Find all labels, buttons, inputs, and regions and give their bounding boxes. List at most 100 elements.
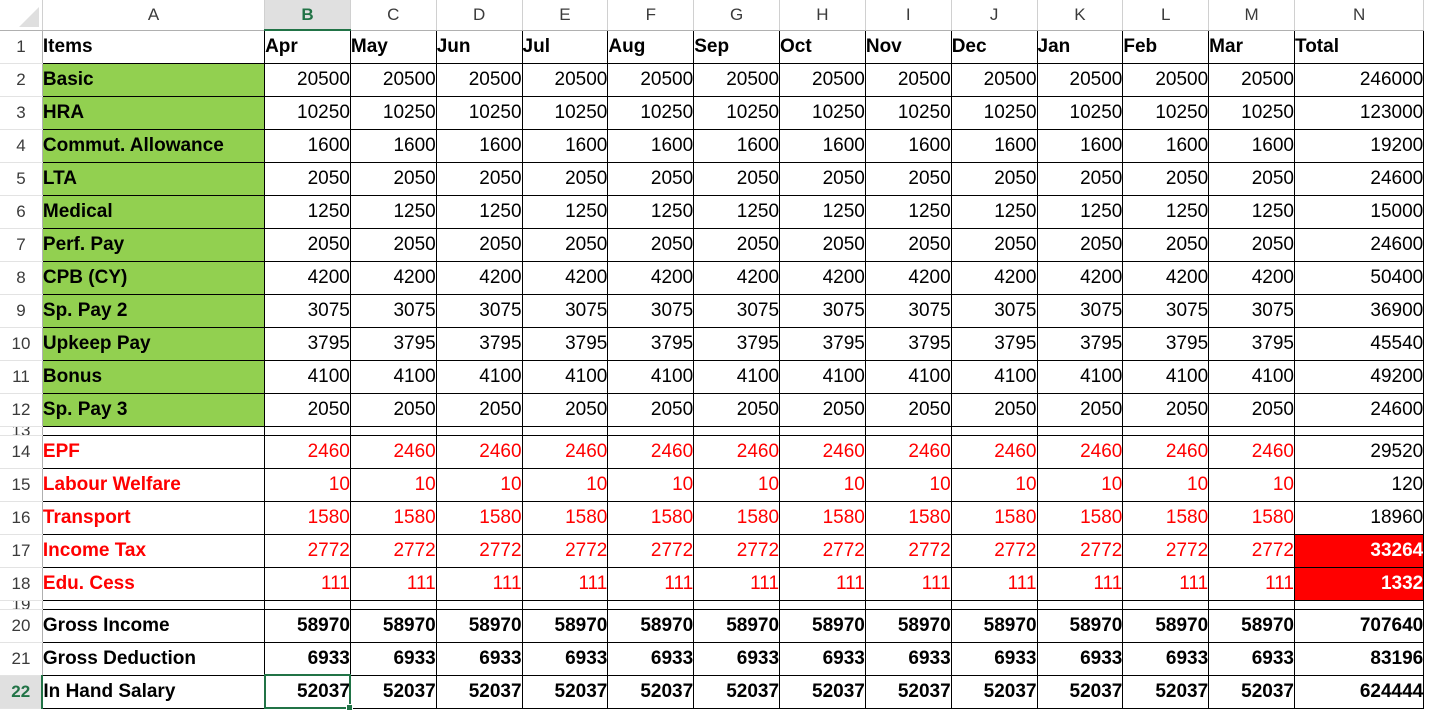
row-header-21[interactable]: 21 <box>0 642 43 676</box>
data-cell[interactable]: 1580 <box>779 500 866 535</box>
data-cell[interactable]: 58970 <box>349 608 437 643</box>
data-cell[interactable]: 10 <box>349 467 437 502</box>
row-label-cell[interactable] <box>41 600 266 610</box>
data-cell[interactable]: 10 <box>607 467 695 502</box>
data-cell[interactable]: 2460 <box>950 434 1038 469</box>
data-cell[interactable]: 10 <box>1122 467 1210 502</box>
data-cell[interactable]: 3795 <box>435 326 523 361</box>
data-cell[interactable]: 6933 <box>950 641 1038 676</box>
data-cell[interactable]: 1250 <box>435 194 523 229</box>
row-label-cell[interactable]: Basic <box>41 62 266 97</box>
data-cell[interactable]: 6933 <box>779 641 866 676</box>
column-header-e[interactable]: E <box>522 0 609 31</box>
data-cell[interactable]: 58970 <box>779 608 866 643</box>
data-cell[interactable]: 111 <box>693 566 781 601</box>
total-cell[interactable]: 15000 <box>1293 194 1425 229</box>
data-cell[interactable]: 1600 <box>864 128 952 163</box>
row-header-7[interactable]: 7 <box>0 228 43 262</box>
row-label-cell[interactable]: Bonus <box>41 359 266 394</box>
data-cell[interactable]: 4100 <box>779 359 866 394</box>
data-cell[interactable]: 10 <box>1208 467 1295 502</box>
row-label-cell[interactable]: Upkeep Pay <box>41 326 266 361</box>
data-cell[interactable]: 1580 <box>1036 500 1124 535</box>
data-cell[interactable]: 52037 <box>435 674 523 709</box>
data-cell[interactable]: 2460 <box>693 434 781 469</box>
data-cell[interactable]: 4200 <box>1208 260 1295 295</box>
data-cell[interactable]: 2050 <box>864 161 952 196</box>
data-cell[interactable] <box>521 426 609 436</box>
header-cell-month[interactable]: Dec <box>950 29 1038 64</box>
data-cell[interactable]: 10 <box>950 467 1038 502</box>
data-cell[interactable]: 1600 <box>264 128 351 163</box>
data-cell[interactable]: 3075 <box>693 293 781 328</box>
data-cell[interactable]: 2772 <box>1208 533 1295 568</box>
total-cell[interactable]: 246000 <box>1293 62 1425 97</box>
header-cell-month[interactable]: May <box>349 29 437 64</box>
row-header-15[interactable]: 15 <box>0 468 43 502</box>
data-cell[interactable]: 1580 <box>1208 500 1295 535</box>
data-cell[interactable] <box>1208 600 1295 610</box>
data-cell[interactable]: 3075 <box>607 293 695 328</box>
data-cell[interactable]: 1600 <box>693 128 781 163</box>
empty-cell[interactable] <box>1423 162 1434 195</box>
data-cell[interactable]: 4100 <box>435 359 523 394</box>
data-cell[interactable] <box>1122 426 1210 436</box>
data-cell[interactable]: 2050 <box>1208 227 1295 262</box>
data-cell[interactable]: 20500 <box>349 62 437 97</box>
data-cell[interactable]: 2050 <box>1122 227 1210 262</box>
data-cell[interactable]: 4200 <box>950 260 1038 295</box>
total-cell[interactable]: 18960 <box>1293 500 1425 535</box>
empty-cell[interactable] <box>1423 642 1434 675</box>
data-cell[interactable]: 2050 <box>349 392 437 427</box>
data-cell[interactable]: 1600 <box>1036 128 1124 163</box>
data-cell[interactable]: 2050 <box>693 392 781 427</box>
row-header-17[interactable]: 17 <box>0 534 43 568</box>
data-cell[interactable]: 6933 <box>864 641 952 676</box>
data-cell[interactable]: 2460 <box>864 434 952 469</box>
data-cell[interactable]: 3795 <box>264 326 351 361</box>
data-cell[interactable] <box>607 600 695 610</box>
data-cell[interactable]: 10250 <box>864 95 952 130</box>
data-cell[interactable]: 111 <box>435 566 523 601</box>
empty-cell[interactable] <box>1423 294 1434 327</box>
data-cell[interactable]: 10250 <box>264 95 351 130</box>
row-label-cell[interactable]: Sp. Pay 3 <box>41 392 266 427</box>
total-cell[interactable] <box>1293 600 1425 610</box>
row-label-cell[interactable]: Commut. Allowance <box>41 128 266 163</box>
data-cell[interactable]: 111 <box>521 566 609 601</box>
data-cell[interactable]: 20500 <box>950 62 1038 97</box>
empty-cell[interactable] <box>1423 63 1434 96</box>
data-cell[interactable] <box>435 600 523 610</box>
data-cell[interactable]: 1580 <box>693 500 781 535</box>
data-cell[interactable]: 20500 <box>1036 62 1124 97</box>
data-cell[interactable]: 10 <box>779 467 866 502</box>
header-cell-month[interactable]: Mar <box>1208 29 1295 64</box>
data-cell[interactable]: 1580 <box>950 500 1038 535</box>
row-label-cell[interactable]: Edu. Cess <box>41 566 266 601</box>
data-cell[interactable]: 2050 <box>693 227 781 262</box>
data-cell[interactable]: 1580 <box>607 500 695 535</box>
data-cell[interactable]: 10250 <box>521 95 609 130</box>
row-label-cell[interactable]: Sp. Pay 2 <box>41 293 266 328</box>
data-cell[interactable]: 1580 <box>349 500 437 535</box>
data-cell[interactable]: 1580 <box>1122 500 1210 535</box>
data-cell[interactable]: 4100 <box>950 359 1038 394</box>
data-cell[interactable]: 111 <box>779 566 866 601</box>
data-cell[interactable] <box>1208 426 1295 436</box>
data-cell[interactable]: 2050 <box>950 161 1038 196</box>
data-cell[interactable]: 52037 <box>1208 674 1295 709</box>
data-cell[interactable]: 3795 <box>1208 326 1295 361</box>
data-cell[interactable]: 4200 <box>264 260 351 295</box>
data-cell[interactable]: 4100 <box>1122 359 1210 394</box>
data-cell[interactable]: 4200 <box>1036 260 1124 295</box>
row-header-9[interactable]: 9 <box>0 294 43 328</box>
empty-cell[interactable] <box>1423 675 1434 708</box>
data-cell[interactable]: 2772 <box>864 533 952 568</box>
total-cell[interactable]: 24600 <box>1293 161 1425 196</box>
data-cell[interactable] <box>349 600 437 610</box>
data-cell[interactable]: 52037 <box>264 674 351 709</box>
data-cell[interactable]: 3075 <box>779 293 866 328</box>
data-cell[interactable]: 3075 <box>435 293 523 328</box>
data-cell[interactable]: 20500 <box>779 62 866 97</box>
empty-cell[interactable] <box>1423 261 1434 294</box>
